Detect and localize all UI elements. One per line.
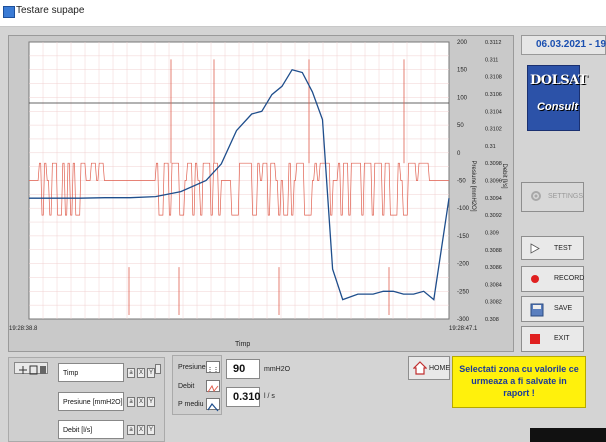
left-axis-label: Presiune [mmH2O] [470,160,476,211]
field-label: Presiune [mmH2O] [63,399,123,406]
date-text: 06.03.2021 - 19:29 [536,39,606,50]
home-button[interactable]: HOME [408,356,450,380]
field-label: Timp [63,370,79,377]
app-icon [3,6,15,18]
date-display: 06.03.2021 - 19:29 [521,35,606,55]
lock-icon[interactable]: a [127,368,135,378]
cursor-field-debit[interactable]: Debit [l/s] [58,420,124,439]
right-tick-label: 0.3108 [485,75,502,81]
logo-line2: Consult [537,101,578,113]
settings-button[interactable]: SETTINGS [521,182,584,212]
right-axis-ticks: 0.3112 0.311 0.3108 0.3106 0.3104 0.3102 0.31 0… [485,40,502,323]
save-button[interactable]: SAVE [521,296,584,322]
right-tick-label: 0.3104 [485,109,502,115]
presiune-unit: mmH2O [264,366,291,373]
y-scale-icon[interactable]: Y [147,425,155,435]
chart-panel[interactable]: 200 150 100 50 0 -50 -100 -150 -200 -250 -300 0.31… [8,35,514,352]
right-axis-label: Debit [l/s] [501,163,507,188]
window-title: Testare supape [16,5,85,16]
right-tick-label: 0.309 [485,230,499,236]
right-tick-label: 0.3084 [485,282,502,288]
home-label: HOME [429,365,450,372]
right-tick-label: 0.3096 [485,179,502,185]
right-tick-label: 0.3102 [485,127,502,133]
presiune-value: 90 [233,363,246,375]
selection-notice: Selectati zona cu valorile ce urmeaza a … [452,356,586,408]
notice-text: Selectati zona cu valorile ce urmeaza a … [459,364,579,398]
left-tick-label: -150 [457,234,470,240]
exit-button[interactable]: EXIT [521,326,584,352]
legend-debit: Debit [178,383,195,390]
x-axis-label: Timp [235,341,250,348]
left-tick-label: 200 [457,40,468,46]
right-tick-label: 0.3082 [485,300,502,306]
debit-value: 0.310 [233,391,261,403]
pressure-flow-chart[interactable]: 200 150 100 50 0 -50 -100 -150 -200 -250 -300 0.31… [9,36,513,351]
test-button[interactable]: TEST [521,236,584,260]
x-scale-icon[interactable]: X [137,397,145,407]
up-arrow-icon[interactable] [155,364,161,374]
debit-readout: 0.310 [226,387,261,407]
settings-label: SETTINGS [548,193,584,200]
gear-icon [530,190,542,204]
x-start-label: 19:28:38.8 [9,326,38,332]
field-label: Debit [l/s] [63,427,93,434]
home-icon [412,361,428,377]
legend-swatch-presiune[interactable] [206,361,220,373]
save-icon [530,303,544,319]
right-tick-label: 0.3086 [485,265,502,271]
save-label: SAVE [554,305,573,312]
left-tick-label: 100 [457,95,468,101]
x-scale-icon[interactable]: X [137,368,145,378]
right-tick-label: 0.31 [485,144,496,150]
right-tick-label: 0.3112 [485,40,501,46]
lock-icon[interactable]: a [127,397,135,407]
right-tick-label: 0.3094 [485,196,502,202]
left-tick-label: -200 [457,262,470,268]
right-tick-label: 0.3098 [485,161,502,167]
left-tick-label: -50 [457,179,466,185]
legend-swatch-debit[interactable] [206,380,220,393]
cursor-field-presiune[interactable]: Presiune [mmH2O] [58,392,124,411]
record-icon [530,274,540,286]
plot-legend[interactable]: Presiune Debit P mediu [172,355,222,415]
record-label: RECORD [554,275,585,282]
cursor-field-timp[interactable]: Timp [58,363,124,382]
debit-unit: l / s [264,393,275,400]
legend-swatch-pmediu[interactable] [206,398,220,412]
left-tick-label: 50 [457,123,464,129]
left-tick-label: -100 [457,206,470,212]
left-tick-label: -300 [457,317,470,323]
x-end-label: 19:28:47.1 [449,326,478,332]
legend-presiune: Presiune [178,364,206,371]
legend-pmediu: P mediu [178,401,204,408]
test-label: TEST [554,245,572,252]
left-axis-ticks: 200 150 100 50 0 -50 -100 -150 -200 -250 -300 [457,40,470,323]
left-tick-label: 150 [457,68,468,74]
play-icon [530,243,540,256]
logo-line1: DOLSAT [530,73,588,88]
company-logo: DOLSAT Consult [527,65,588,131]
x-scale-icon[interactable]: X [137,425,145,435]
stop-icon [530,334,540,346]
graph-tools-palette[interactable] [14,362,48,375]
record-button[interactable]: RECORD [521,266,584,292]
exit-label: EXIT [554,335,570,342]
presiune-readout: 90 [226,359,260,379]
right-tick-label: 0.311 [485,57,498,63]
right-tick-label: 0.308 [485,317,499,323]
y-scale-icon[interactable]: Y [147,397,155,407]
taskbar-fragment [530,428,606,442]
right-tick-label: 0.3092 [485,213,502,219]
lock-icon[interactable]: a [127,425,135,435]
right-tick-label: 0.3106 [485,92,502,98]
y-scale-icon[interactable]: Y [147,368,155,378]
left-tick-label: -250 [457,289,470,295]
right-tick-label: 0.3088 [485,248,502,254]
left-tick-label: 0 [457,151,461,157]
title-bar: Testare supape [0,0,606,27]
